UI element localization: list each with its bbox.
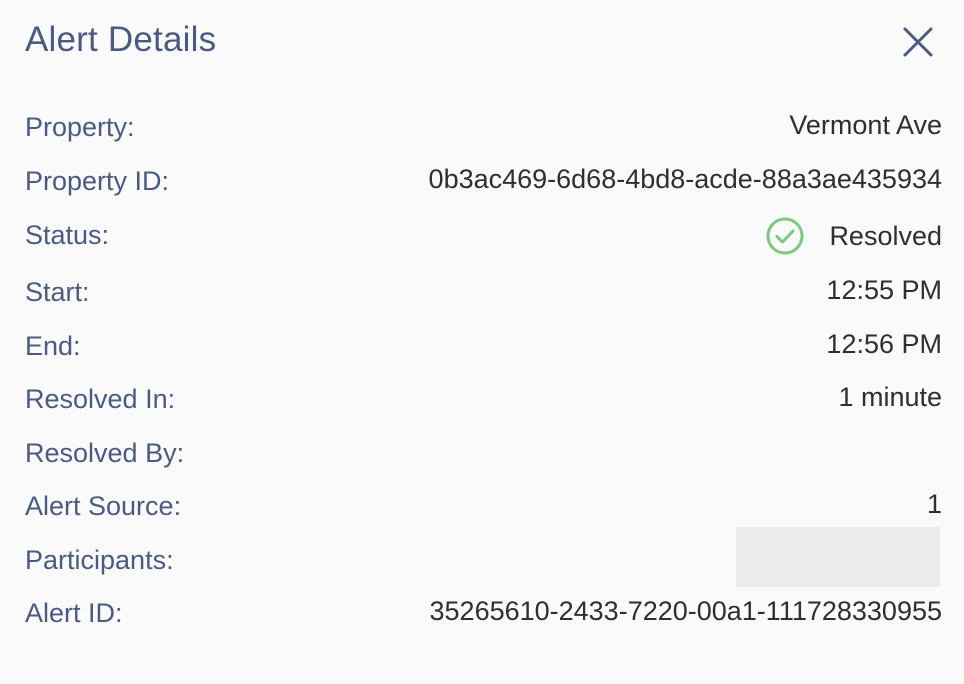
start-label: Start: bbox=[25, 277, 90, 307]
alert-source-label: Alert Source: bbox=[25, 491, 182, 521]
detail-row-property: Property: Vermont Ave bbox=[25, 110, 942, 152]
detail-row-resolved-in: Resolved In: 1 minute bbox=[25, 382, 942, 424]
property-value: Vermont Ave bbox=[789, 110, 942, 140]
resolved-in-value: 1 minute bbox=[838, 382, 942, 412]
check-circle-icon bbox=[766, 217, 804, 255]
close-button[interactable] bbox=[898, 24, 938, 62]
detail-row-alert-source: Alert Source: 1 bbox=[25, 489, 942, 531]
start-value: 12:55 PM bbox=[826, 275, 942, 305]
detail-row-status: Status: Resolved bbox=[25, 217, 942, 260]
end-label: End: bbox=[25, 331, 81, 361]
alert-id-label: Alert ID: bbox=[25, 598, 123, 628]
close-icon bbox=[903, 27, 933, 57]
property-id-value: 0b3ac469-6d68-4bd8-acde-88a3ae435934 bbox=[428, 164, 942, 194]
status-indicator: Resolved bbox=[765, 216, 942, 256]
detail-row-resolved-by: Resolved By: bbox=[25, 438, 942, 478]
redacted-block bbox=[736, 527, 940, 587]
participants-label: Participants: bbox=[25, 545, 174, 575]
end-value: 12:56 PM bbox=[826, 329, 942, 359]
alert-details-panel: Alert Details Property: Vermont Ave Prop… bbox=[0, 0, 964, 684]
detail-row-end: End: 12:56 PM bbox=[25, 329, 942, 371]
status-value: Resolved bbox=[829, 220, 942, 251]
detail-row-alert-id: Alert ID: 35265610-2433-7220-00a1-111728… bbox=[25, 596, 942, 638]
alert-source-value: 1 bbox=[926, 489, 942, 519]
detail-row-property-id: Property ID: 0b3ac469-6d68-4bd8-acde-88a… bbox=[25, 164, 942, 206]
panel-title: Alert Details bbox=[25, 20, 217, 59]
resolved-in-label: Resolved In: bbox=[25, 384, 176, 414]
resolved-by-label: Resolved By: bbox=[25, 438, 185, 468]
property-id-label: Property ID: bbox=[25, 166, 170, 196]
detail-row-start: Start: 12:55 PM bbox=[25, 275, 942, 317]
alert-id-value: 35265610-2433-7220-00a1-111728330955 bbox=[429, 596, 942, 626]
status-label: Status: bbox=[25, 220, 110, 250]
property-label: Property: bbox=[25, 112, 135, 142]
